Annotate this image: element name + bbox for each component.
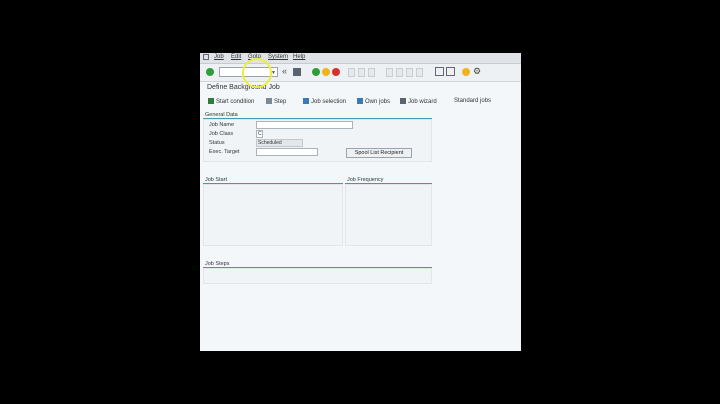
- job-name-label: Job Name: [209, 122, 235, 128]
- spool-list-recipient-button[interactable]: Spool List Recipient: [346, 148, 412, 158]
- job-selection-icon: [303, 98, 309, 104]
- menu-job[interactable]: Job: [214, 54, 224, 60]
- find-icon[interactable]: [358, 68, 365, 77]
- next-page-icon[interactable]: [406, 68, 413, 77]
- standard-jobs-button[interactable]: Standard jobs: [454, 98, 491, 104]
- exec-target-label: Exec. Target: [209, 149, 240, 155]
- job-class-label: Job Class: [209, 131, 234, 137]
- own-jobs-icon: [357, 98, 363, 104]
- standard-jobs-label: Standard jobs: [454, 98, 492, 104]
- flag-icon: [208, 98, 214, 104]
- menu-help[interactable]: Help: [293, 54, 305, 60]
- job-wizard-button[interactable]: Job wizard: [400, 98, 437, 105]
- collapse-icon[interactable]: «: [282, 66, 287, 76]
- job-steps-group: [203, 268, 432, 284]
- first-page-icon[interactable]: [386, 68, 393, 77]
- step-button[interactable]: Step: [266, 98, 286, 105]
- back-icon[interactable]: [312, 68, 320, 76]
- enter-icon[interactable]: [206, 68, 214, 76]
- shortcut-icon[interactable]: [446, 67, 455, 76]
- window-menu-icon[interactable]: [203, 54, 209, 60]
- wand-icon: [400, 98, 406, 104]
- job-selection-label: Job selection: [311, 99, 347, 105]
- gear-icon[interactable]: ⚙: [473, 66, 481, 77]
- job-start-group: [203, 184, 343, 246]
- exit-icon[interactable]: [322, 68, 330, 76]
- status-label: Status: [209, 140, 225, 146]
- print-icon[interactable]: [348, 68, 355, 77]
- job-wizard-label: Job wizard: [408, 99, 437, 105]
- save-icon[interactable]: [293, 68, 301, 76]
- exec-target-input[interactable]: [256, 148, 318, 156]
- help-icon[interactable]: [462, 68, 470, 76]
- cursor-highlight: [242, 58, 272, 88]
- application-toolbar: Start condition Step Job selection Own j…: [200, 95, 521, 108]
- menu-system[interactable]: System: [268, 54, 288, 60]
- last-page-icon[interactable]: [416, 68, 423, 77]
- start-condition-label: Start condition: [216, 99, 255, 105]
- step-icon: [266, 98, 272, 104]
- step-label: Step: [274, 99, 287, 105]
- status-field: Scheduled: [256, 139, 303, 147]
- find-next-icon[interactable]: [368, 68, 375, 77]
- page-title: Define Background Job: [207, 84, 280, 91]
- cancel-icon[interactable]: [332, 68, 340, 76]
- start-condition-button[interactable]: Start condition: [208, 98, 254, 105]
- previous-page-icon[interactable]: [396, 68, 403, 77]
- menu-edit[interactable]: Edit: [231, 54, 241, 60]
- own-jobs-label: Own jobs: [365, 99, 391, 105]
- own-jobs-button[interactable]: Own jobs: [357, 98, 390, 105]
- job-selection-button[interactable]: Job selection: [303, 98, 346, 105]
- new-session-icon[interactable]: [435, 67, 444, 76]
- job-frequency-group: [345, 184, 432, 246]
- job-name-input[interactable]: [256, 121, 353, 129]
- general-data-group: Job Name Job Class C Status Scheduled Ex…: [203, 119, 432, 162]
- sap-window: Job Edit Goto System Help ▼ « ⚙ Define B…: [200, 53, 521, 351]
- job-class-input[interactable]: C: [256, 130, 263, 138]
